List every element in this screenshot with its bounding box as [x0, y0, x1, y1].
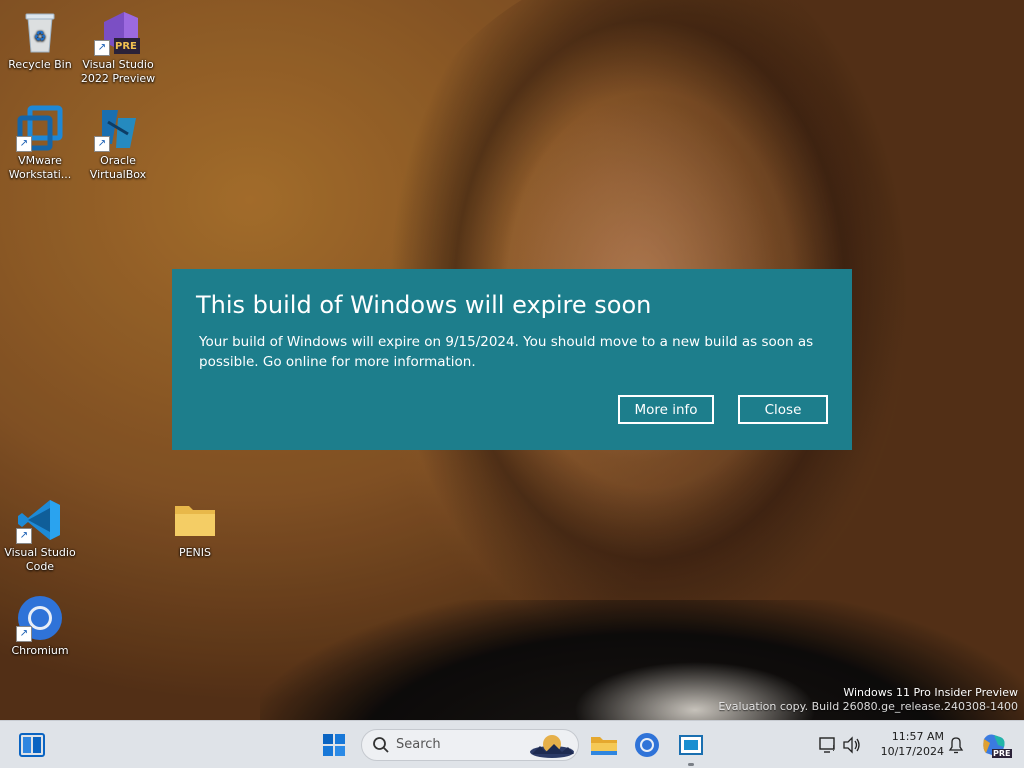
taskbar-chromium[interactable]: [631, 729, 663, 761]
running-indicator: [688, 763, 694, 766]
chromium-icon: [635, 733, 659, 757]
desktop-icon-label: Visual Studio Code: [4, 546, 76, 573]
preview-badge: PRE: [992, 749, 1012, 758]
more-info-button[interactable]: More info: [618, 395, 714, 424]
copilot-button[interactable]: PRE: [978, 729, 1012, 761]
build-expiry-dialog: This build of Windows will expire soon Y…: [172, 269, 852, 450]
taskbar: Search ! 11:57 AM 10/17/2024 PRE: [0, 720, 1024, 768]
chromium-icon: ↗: [16, 594, 64, 642]
visual-studio-preview-icon: PRE ↗: [94, 8, 142, 56]
taskbar-search[interactable]: Search: [361, 729, 579, 761]
widgets-icon: [19, 733, 45, 757]
vmware-icon: ↗: [16, 104, 64, 152]
preview-badge: PRE: [115, 41, 137, 52]
shortcut-arrow-icon: ↗: [94, 40, 110, 56]
desktop-icon-label: Visual Studio 2022 Preview: [80, 58, 156, 85]
widgets-button[interactable]: [16, 729, 48, 761]
windows-logo-icon: [323, 734, 345, 756]
recycle-bin-icon: ♻: [16, 8, 64, 56]
insider-watermark: Windows 11 Pro Insider Preview Evaluatio…: [718, 686, 1018, 714]
close-button[interactable]: Close: [738, 395, 828, 424]
network-status[interactable]: !: [818, 729, 838, 761]
clock-time: 11:57 AM: [891, 730, 944, 743]
virtualbox-icon: [679, 735, 703, 755]
svg-text:♻: ♻: [34, 29, 47, 45]
start-button[interactable]: [318, 729, 350, 761]
watermark-edition: Windows 11 Pro Insider Preview: [843, 686, 1018, 699]
watermark-build: Evaluation copy. Build 26080.ge_release.…: [718, 700, 1018, 713]
taskbar-virtualbox[interactable]: [675, 729, 707, 766]
clock-date: 10/17/2024: [880, 745, 944, 758]
taskbar-file-explorer[interactable]: [588, 729, 620, 761]
desktop-icon-label: Recycle Bin: [8, 58, 72, 71]
volume-icon: [843, 736, 860, 754]
folder-icon: [171, 496, 219, 544]
virtualbox-icon: ↗: [94, 104, 142, 152]
desktop-icon-oracle-virtualbox[interactable]: ↗ Oracle VirtualBox: [78, 104, 158, 182]
desktop: ♻ Recycle Bin PRE ↗ Visual Studio 2022 P…: [0, 0, 1024, 720]
dialog-title: This build of Windows will expire soon: [196, 291, 652, 319]
system-clock[interactable]: 11:57 AM 10/17/2024: [872, 729, 944, 759]
desktop-icon-folder[interactable]: PENIS: [155, 496, 235, 560]
desktop-icon-visual-studio-code[interactable]: ↗ Visual Studio Code: [0, 496, 80, 574]
desktop-icon-label: PENIS: [178, 546, 212, 559]
volume-status[interactable]: [842, 729, 862, 761]
notifications-button[interactable]: [946, 729, 966, 761]
svg-text:!: !: [832, 744, 835, 753]
desktop-icon-recycle-bin[interactable]: ♻ Recycle Bin: [0, 8, 80, 72]
bell-icon: [948, 737, 964, 754]
search-highlight-icon: [530, 735, 574, 758]
desktop-icon-label: Chromium: [11, 644, 69, 657]
shortcut-arrow-icon: ↗: [16, 528, 32, 544]
dialog-message: Your build of Windows will expire on 9/1…: [199, 334, 814, 370]
network-icon: !: [819, 737, 835, 753]
shortcut-arrow-icon: ↗: [16, 136, 32, 152]
vscode-icon: ↗: [16, 496, 64, 544]
shortcut-arrow-icon: ↗: [16, 626, 32, 642]
file-explorer-icon: [591, 737, 617, 755]
search-placeholder: Search: [396, 737, 441, 752]
search-icon: [373, 737, 389, 753]
shortcut-arrow-icon: ↗: [94, 136, 110, 152]
desktop-icon-label: Oracle VirtualBox: [89, 154, 147, 181]
desktop-icon-visual-studio-2022-preview[interactable]: PRE ↗ Visual Studio 2022 Preview: [78, 8, 158, 86]
desktop-icon-chromium[interactable]: ↗ Chromium: [0, 594, 80, 658]
desktop-icon-label: VMware Workstati...: [8, 154, 72, 181]
desktop-icon-vmware-workstation[interactable]: ↗ VMware Workstati...: [0, 104, 80, 182]
